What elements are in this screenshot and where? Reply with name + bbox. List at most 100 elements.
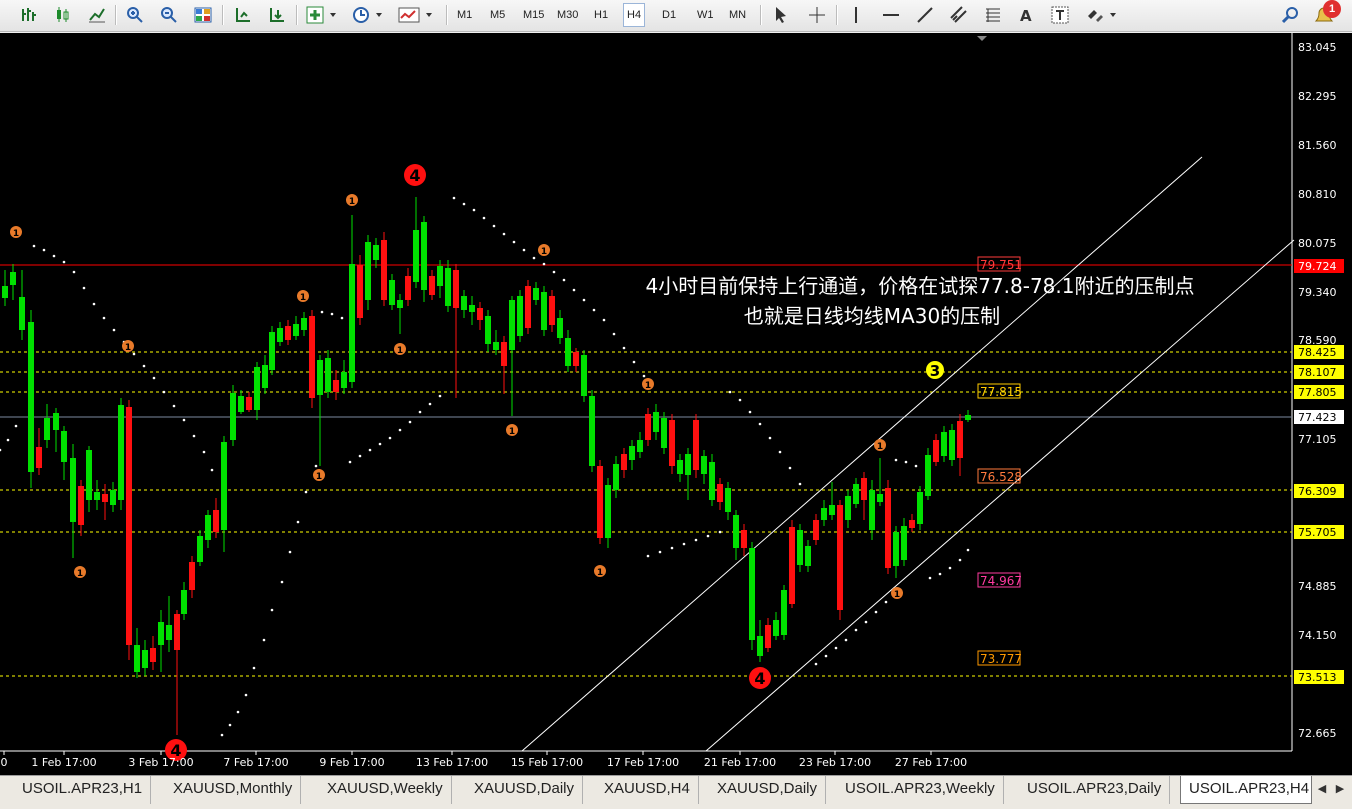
horizontal-line-icon[interactable] xyxy=(878,3,904,27)
chart-shift-icon[interactable] xyxy=(230,3,256,27)
candle-body xyxy=(445,268,451,306)
sar-dot xyxy=(52,254,56,258)
sar-dot xyxy=(452,196,456,200)
timeframe-h4[interactable]: H4 xyxy=(623,3,646,27)
sar-dot xyxy=(632,360,636,364)
price-chart[interactable]: 1 1 1 1 1 1 1 1 1 1 1 1 1 4 4 4 3 4小时目前保持上行通道，价格在试探77.8-7… xyxy=(0,33,1352,775)
candle-body xyxy=(365,242,371,300)
sar-dot xyxy=(142,364,146,368)
candle-body xyxy=(437,266,443,286)
timeframe-m5[interactable]: M5 xyxy=(487,3,508,27)
chart-tab[interactable]: USOIL.APR23,H1 xyxy=(14,776,152,804)
candle-body xyxy=(181,590,187,614)
price-tag: 78.107 xyxy=(1298,366,1337,379)
zoom-out-icon[interactable] xyxy=(156,3,182,27)
minor-wave-label: 1 xyxy=(894,590,900,600)
candle-body xyxy=(94,492,100,500)
candle-body xyxy=(389,280,395,305)
candle-body xyxy=(262,365,268,388)
trendline-icon[interactable] xyxy=(912,3,938,27)
sar-dot xyxy=(914,464,918,468)
timeframe-m1[interactable]: M1 xyxy=(454,3,475,27)
chart-tab-active[interactable]: USOIL.APR23,H4 xyxy=(1180,776,1312,804)
level-label: 73.777 xyxy=(980,652,1022,666)
sar-dot xyxy=(296,520,300,524)
sar-dot xyxy=(854,628,858,632)
candle-body xyxy=(36,447,42,468)
price-tag: 76.309 xyxy=(1298,485,1337,498)
candle-body xyxy=(2,286,8,298)
timeframe-h1[interactable]: H1 xyxy=(591,3,611,27)
sar-dot xyxy=(202,450,206,454)
candle-body xyxy=(533,288,539,300)
price-tag: 77.805 xyxy=(1298,386,1337,399)
sar-dot xyxy=(532,256,536,260)
templates-menu-icon[interactable] xyxy=(396,3,438,27)
time-axis-label: 15 Feb 17:00 xyxy=(511,756,583,769)
sar-dot xyxy=(778,450,782,454)
candle-body xyxy=(405,276,411,300)
candle-body xyxy=(677,460,683,474)
zoom-in-icon[interactable] xyxy=(122,3,148,27)
candle-body xyxy=(461,296,467,310)
notifications-icon[interactable]: 1 xyxy=(1312,0,1344,27)
candle-body xyxy=(541,292,547,330)
autoscroll-icon[interactable] xyxy=(264,3,290,27)
line-chart-icon[interactable] xyxy=(84,3,110,27)
periods-menu-icon[interactable] xyxy=(350,3,388,27)
sar-dot xyxy=(622,346,626,350)
time-axis-label: 13 Feb 17:00 xyxy=(416,756,488,769)
bar-chart-icon[interactable] xyxy=(16,3,42,27)
sar-dot xyxy=(824,654,828,658)
candle-body xyxy=(205,515,211,540)
sar-dot xyxy=(288,550,292,554)
fibonacci-icon[interactable] xyxy=(980,3,1006,27)
equidistant-channel-icon[interactable] xyxy=(946,3,972,27)
candle-body xyxy=(565,338,571,366)
crosshair-icon[interactable] xyxy=(804,3,830,27)
tab-scroll-left-icon[interactable]: ◀ xyxy=(1314,780,1330,798)
indicators-menu-icon[interactable] xyxy=(304,3,342,27)
timeframe-m30[interactable]: M30 xyxy=(554,3,581,27)
candle-body xyxy=(669,420,675,466)
candle-body xyxy=(861,478,867,500)
chart-tab[interactable]: XAUUSD,Monthly xyxy=(165,776,302,804)
candle-body xyxy=(829,505,835,515)
chart-tab[interactable]: XAUUSD,Daily xyxy=(466,776,584,804)
search-icon[interactable] xyxy=(1278,3,1304,27)
tab-scroll-right-icon[interactable]: ▶ xyxy=(1332,780,1348,798)
candle-body xyxy=(477,308,483,320)
chart-tab[interactable]: XAUUSD,Daily xyxy=(709,776,827,804)
chart-tab[interactable]: XAUUSD,Weekly xyxy=(319,776,452,804)
vertical-line-icon[interactable] xyxy=(843,3,869,27)
cursor-icon[interactable] xyxy=(768,3,794,27)
text-tool-icon[interactable]: A xyxy=(1013,3,1039,27)
price-tag: 77.423 xyxy=(1298,411,1337,424)
candle-body xyxy=(925,455,931,496)
chart-tab[interactable]: XAUUSD,H4 xyxy=(596,776,699,804)
candle-body xyxy=(197,536,203,562)
timeframe-m15[interactable]: M15 xyxy=(520,3,547,27)
timeframe-mn[interactable]: MN xyxy=(726,3,749,27)
sar-dot xyxy=(592,308,596,312)
tile-windows-icon[interactable] xyxy=(190,3,216,27)
timeframe-d1[interactable]: D1 xyxy=(659,3,679,27)
timeframe-w1[interactable]: W1 xyxy=(694,3,717,27)
candle-body xyxy=(853,484,859,504)
chart-canvas[interactable]: 111111111111144434小时目前保持上行通道，价格在试探77.8-7… xyxy=(0,33,1352,775)
sar-dot xyxy=(646,554,650,558)
candle-body xyxy=(509,300,515,350)
sar-dot xyxy=(670,546,674,550)
price-tag: 79.724 xyxy=(1298,260,1337,273)
candle-body xyxy=(357,265,363,318)
arrows-menu-icon[interactable] xyxy=(1084,3,1122,27)
text-label-icon[interactable] xyxy=(1047,3,1073,27)
candlestick-icon[interactable] xyxy=(50,3,76,27)
candle-body xyxy=(717,484,723,502)
candle-body xyxy=(917,492,923,524)
chart-tab[interactable]: USOIL.APR23,Daily xyxy=(1019,776,1171,804)
level-label: 74.967 xyxy=(980,574,1022,588)
chart-tab[interactable]: USOIL.APR23,Weekly xyxy=(837,776,1004,804)
candle-body xyxy=(174,614,180,650)
candle-body xyxy=(949,430,955,460)
